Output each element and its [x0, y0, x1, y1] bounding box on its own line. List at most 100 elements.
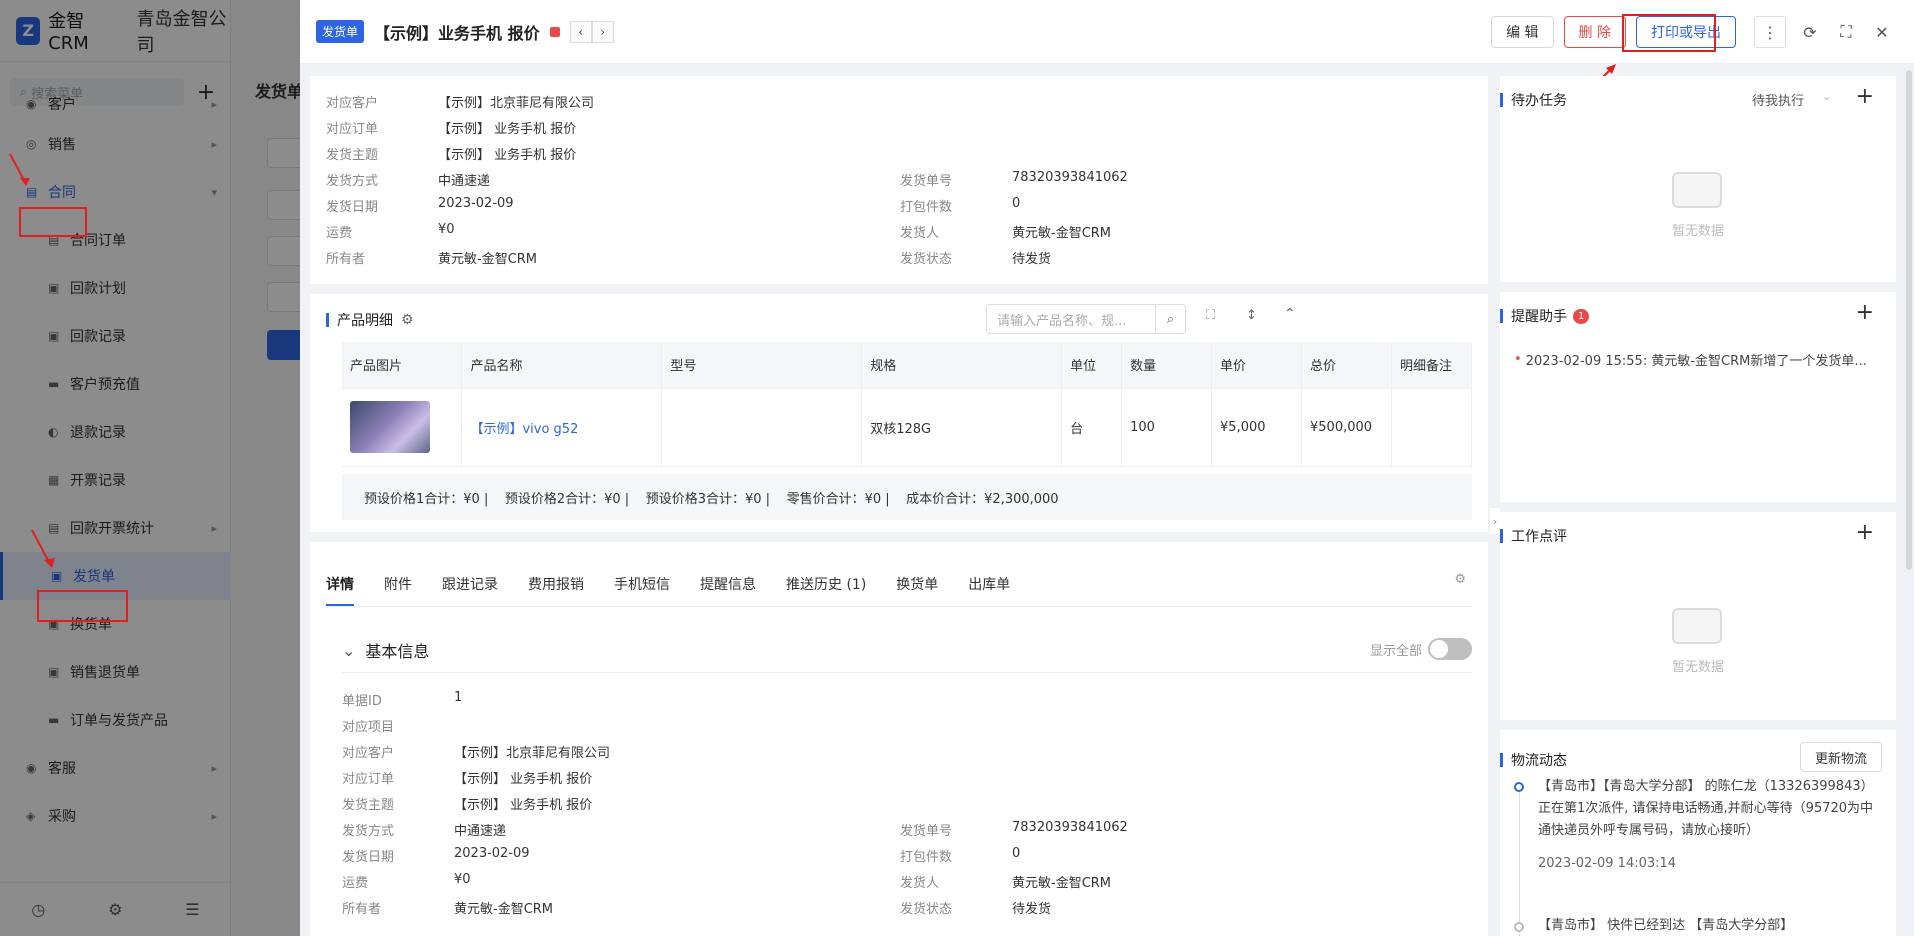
- owner-value: 黄元敏-金智CRM: [438, 252, 538, 267]
- product-name-link[interactable]: 【示例】vivo g52: [470, 422, 578, 437]
- product-table: 产品图片 产品名称 型号 规格 单位 数量 单价 总价 明细备注 【示例】viv…: [342, 342, 1473, 467]
- product-search-placeholder: 请输入产品名称、规...: [997, 313, 1127, 329]
- tab-push-history[interactable]: 推送历史 (1): [786, 574, 866, 606]
- refresh-icon[interactable]: ⟳: [1796, 18, 1824, 46]
- annotation-arrow: [9, 153, 30, 186]
- row-height-icon[interactable]: ↕: [1246, 308, 1257, 323]
- show-all-label: 显示全部: [1369, 643, 1422, 659]
- detail-card: 详情 附件 跟进记录 费用报销 手机短信 提醒信息 推送历史 (1) 换货单 出…: [310, 542, 1488, 936]
- field-label: 发货日期: [342, 850, 395, 865]
- table-row[interactable]: 【示例】vivo g52 双核128G 台 100 ¥5,000 ¥500,00…: [342, 388, 1473, 467]
- section-accent: [326, 313, 329, 327]
- annotation-box: [19, 207, 87, 237]
- show-all-toggle[interactable]: [1428, 638, 1472, 660]
- customer-link[interactable]: 【示例】北京菲尼有限公司: [438, 92, 594, 111]
- chevron-down-icon[interactable]: ⌄: [1822, 90, 1831, 103]
- add-reminder-button[interactable]: +: [1856, 300, 1874, 325]
- add-todo-button[interactable]: +: [1856, 84, 1874, 109]
- column-header: 产品图片: [342, 342, 463, 389]
- tab-sms[interactable]: 手机短信: [614, 574, 670, 606]
- field-label: 打包件数: [900, 850, 953, 865]
- close-icon[interactable]: ✕: [1868, 18, 1896, 46]
- delivery-no-value: 78320393841062: [1012, 820, 1128, 835]
- field-label: 发货方式: [342, 824, 395, 839]
- customer-link[interactable]: 【示例】北京菲尼有限公司: [454, 742, 610, 761]
- logistics-item: 【青岛市】 快件已经到达 【青岛大学分部】: [1538, 918, 1794, 933]
- section-accent: [1500, 309, 1503, 323]
- update-logistics-button[interactable]: 更新物流: [1799, 742, 1882, 772]
- owner-value: 黄元敏-金智CRM: [454, 902, 554, 917]
- order-link[interactable]: 【示例】 业务手机 报价: [438, 118, 576, 137]
- drawer-title: 【示例】业务手机 报价: [374, 23, 540, 43]
- tab-followup[interactable]: 跟进记录: [442, 574, 498, 606]
- chevron-up-icon[interactable]: ⌃: [1284, 306, 1296, 322]
- record-type-tag: 发货单: [316, 20, 365, 43]
- reminder-card: 提醒助手 1 + • 2023-02-09 15:55: 黄元敏-金智CRM新增…: [1500, 292, 1896, 502]
- logistics-time: 2023-02-09 14:03:14: [1538, 856, 1677, 871]
- record-id-value: 1: [454, 690, 463, 705]
- field-label: 发货人: [900, 226, 940, 241]
- subject-value: 【示例】 业务手机 报价: [454, 798, 593, 813]
- next-record-icon[interactable]: ›: [591, 20, 614, 43]
- tab-expenses[interactable]: 费用报销: [528, 574, 584, 606]
- search-icon[interactable]: ⌕: [1155, 305, 1185, 333]
- review-title: 工作点评: [1511, 529, 1567, 545]
- method-value: 中通速递: [438, 174, 491, 189]
- more-options-icon[interactable]: ⋮: [1754, 16, 1786, 48]
- field-label: 发货状态: [900, 252, 953, 267]
- logistics-item: 【青岛市】【青岛大学分部】 的陈仁龙（13326399843）正在第1次派件, …: [1538, 779, 1874, 838]
- field-label: 打包件数: [900, 200, 953, 215]
- tab-outbound[interactable]: 出库单: [968, 574, 1010, 606]
- column-header: 型号: [661, 342, 863, 389]
- freight-value: ¥0: [438, 222, 455, 237]
- chevron-down-icon[interactable]: ⌄: [342, 641, 355, 660]
- product-image[interactable]: [350, 401, 430, 453]
- reminder-title: 提醒助手: [1511, 309, 1567, 325]
- products-title: 产品明细: [337, 313, 393, 329]
- shipper-value: 黄元敏-金智CRM: [1012, 226, 1112, 241]
- empty-box-icon: [1672, 172, 1722, 208]
- tab-detail[interactable]: 详情: [326, 574, 354, 606]
- field-label: 发货状态: [900, 902, 953, 917]
- tab-attachments[interactable]: 附件: [384, 574, 412, 606]
- subject-value: 【示例】 业务手机 报价: [438, 148, 577, 163]
- detail-drawer: 发货单 【示例】业务手机 报价 ‹ › 编 辑 删 除 打印或导出 ⋮ ⟳ ⛶ …: [300, 0, 1914, 936]
- tab-reminders[interactable]: 提醒信息: [700, 574, 756, 606]
- reminder-badge: 1: [1573, 308, 1590, 324]
- timeline-line: [1519, 788, 1520, 936]
- scrollbar[interactable]: [1906, 70, 1912, 570]
- status-value: 待发货: [1012, 902, 1052, 917]
- field-label: 对应订单: [342, 772, 395, 787]
- field-label: 对应项目: [342, 720, 395, 735]
- field-label: 所有者: [342, 902, 382, 917]
- edit-button[interactable]: 编 辑: [1491, 16, 1554, 48]
- todo-filter-dropdown[interactable]: 待我执行: [1752, 90, 1804, 109]
- column-header: 单位: [1061, 342, 1123, 389]
- fullscreen-icon[interactable]: ⛶: [1832, 18, 1860, 46]
- reminder-item[interactable]: • 2023-02-09 15:55: 黄元敏-金智CRM新增了一个发货单...: [1514, 350, 1867, 369]
- annotation-box: [1622, 14, 1716, 52]
- delete-button[interactable]: 删 除: [1563, 16, 1626, 48]
- tab-exchange[interactable]: 换货单: [896, 574, 938, 606]
- expand-icon[interactable]: ⛶: [1206, 308, 1215, 323]
- add-review-button[interactable]: +: [1856, 520, 1874, 545]
- divider: [342, 672, 1472, 673]
- timeline-dot: [1514, 922, 1524, 932]
- annotation-box: [37, 590, 128, 622]
- delivery-no-value: 78320393841062: [1012, 170, 1128, 185]
- product-search-input[interactable]: 请输入产品名称、规... ⌕: [986, 304, 1186, 334]
- product-spec: 双核128G: [861, 388, 1063, 467]
- prev-record-icon[interactable]: ‹: [569, 20, 592, 43]
- tab-settings-icon[interactable]: ⚙: [1454, 572, 1466, 587]
- product-price: ¥5,000: [1211, 388, 1302, 467]
- section-accent: [1500, 93, 1503, 107]
- order-link[interactable]: 【示例】 业务手机 报价: [454, 768, 592, 787]
- settings-icon[interactable]: ⚙: [401, 312, 414, 328]
- pack-count-value: 0: [1012, 846, 1021, 861]
- table-header-row: 产品图片 产品名称 型号 规格 单位 数量 单价 总价 明细备注: [342, 342, 1473, 389]
- field-label: 对应客户: [326, 96, 379, 111]
- section-accent: [1500, 753, 1503, 767]
- panel-collapse-handle[interactable]: ›: [1490, 508, 1500, 534]
- bullet-icon: •: [1514, 352, 1522, 367]
- field-label: 所有者: [326, 252, 366, 267]
